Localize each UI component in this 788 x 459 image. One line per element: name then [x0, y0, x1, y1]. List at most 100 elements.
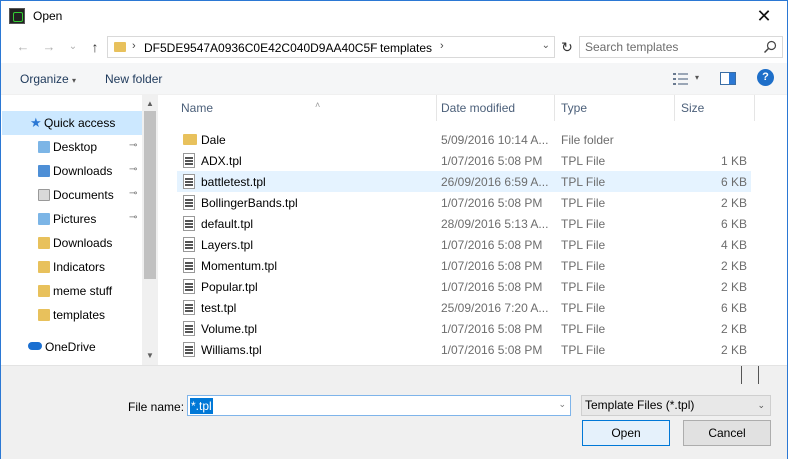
file-row[interactable]: battletest.tpl 26/09/2016 6:59 A... TPL Fi… — [177, 171, 751, 192]
navigation-pane: ★ Quick access Desktop ⊸ Downloads ⊸ Doc… — [2, 95, 158, 365]
file-row[interactable]: Volume.tpl 1/07/2016 5:08 PM TPL File 2 KB — [177, 318, 751, 339]
breadcrumb-separator: › — [132, 40, 136, 52]
pictures-folder-icon — [38, 213, 50, 225]
column-header-size[interactable]: Size — [675, 95, 755, 121]
folder-icon — [38, 285, 50, 297]
column-header-label: Name — [181, 101, 214, 115]
chevron-down-icon[interactable]: ⌄ — [542, 40, 550, 51]
breadcrumb-item[interactable]: DF5DE9547A0936C0E42C040D9AA40C5F — [144, 41, 377, 55]
file-icon — [183, 279, 195, 294]
search-input[interactable] — [580, 37, 760, 57]
file-date-modified: 5/09/2016 10:14 A... — [441, 133, 549, 147]
file-name: test.tpl — [201, 301, 237, 315]
pin-icon[interactable]: ⊸ — [129, 188, 137, 199]
sidebar-item-label: Desktop — [53, 140, 98, 154]
file-size: 4 KB — [720, 238, 747, 252]
pin-icon[interactable]: ⊸ — [129, 140, 137, 151]
cancel-button[interactable]: Cancel — [683, 420, 771, 446]
file-name-value[interactable]: *.tpl — [190, 398, 213, 414]
file-type: TPL File — [561, 343, 606, 357]
scroll-up-arrow[interactable]: ▲ — [142, 99, 158, 108]
sidebar-item-indicators[interactable]: Indicators — [2, 255, 142, 279]
command-bar: Organize ▾ New folder ▾ ? — [1, 63, 787, 95]
organize-button[interactable]: Organize ▾ — [20, 72, 76, 86]
file-name: Williams.tpl — [201, 343, 262, 357]
pin-icon[interactable]: ⊸ — [129, 212, 137, 223]
chevron-down-icon[interactable]: ⌄ — [558, 399, 566, 410]
file-row[interactable]: ADX.tpl 1/07/2016 5:08 PM TPL File 1 KB — [177, 150, 751, 171]
file-row[interactable]: test.tpl 25/09/2016 7:20 A... TPL File 6 KB — [177, 297, 751, 318]
file-row[interactable]: Dale 5/09/2016 10:14 A... File folder — [177, 129, 751, 150]
file-row[interactable]: default.tpl 28/09/2016 5:13 A... TPL File 6… — [177, 213, 751, 234]
folder-icon — [38, 261, 50, 273]
sidebar-item-documents[interactable]: Documents ⊸ — [2, 183, 142, 207]
sort-ascending-icon: ˄ — [315, 100, 321, 110]
file-name: Momentum.tpl — [201, 259, 278, 273]
file-row[interactable]: BollingerBands.tpl 1/07/2016 5:08 PM TPL F… — [177, 192, 751, 213]
refresh-button[interactable]: ↻ — [557, 36, 577, 58]
sidebar-item-label: OneDrive — [45, 340, 96, 354]
folder-icon — [38, 309, 50, 321]
sidebar-item-templates[interactable]: templates — [2, 303, 142, 327]
view-options-button[interactable]: ▾ — [695, 73, 699, 82]
file-row[interactable]: Layers.tpl 1/07/2016 5:08 PM TPL File 4 KB — [177, 234, 751, 255]
open-button[interactable]: Open — [582, 420, 670, 446]
file-name: Popular.tpl — [201, 280, 258, 294]
up-button[interactable]: ↑ — [85, 37, 105, 57]
column-header-type[interactable]: Type — [555, 95, 675, 121]
sidebar-scrollbar[interactable]: ▲ ▼ — [142, 95, 158, 365]
sidebar-item-meme-stuff[interactable]: meme stuff — [2, 279, 142, 303]
file-name: BollingerBands.tpl — [201, 196, 298, 210]
file-icon — [183, 300, 195, 315]
file-size: 2 KB — [720, 196, 747, 210]
new-folder-button[interactable]: New folder — [105, 72, 162, 86]
file-date-modified: 1/07/2016 5:08 PM — [441, 259, 543, 273]
forward-button[interactable]: → — [39, 37, 59, 57]
preview-pane-icon[interactable] — [720, 72, 736, 85]
sidebar-item-quick-access[interactable]: ★ Quick access — [2, 111, 142, 135]
column-header-name[interactable]: ˄ Name — [175, 95, 437, 121]
pin-icon[interactable]: ⊸ — [129, 164, 137, 175]
search-icon[interactable] — [763, 40, 777, 54]
sidebar-item-desktop[interactable]: Desktop ⊸ — [2, 135, 142, 159]
open-dialog: Open ✕ ← → ⌄ ↑ › DF5DE9547A0936C0E42C040… — [0, 0, 788, 459]
file-type: TPL File — [561, 259, 606, 273]
file-icon — [183, 321, 195, 336]
caret-down-icon: ▾ — [72, 76, 77, 85]
recent-locations-button[interactable]: ⌄ — [63, 37, 83, 57]
sidebar-item-onedrive[interactable]: OneDrive — [2, 335, 142, 359]
sidebar-item-label: Downloads — [53, 236, 113, 250]
back-button[interactable]: ← — [13, 37, 33, 57]
chevron-down-icon: ⌄ — [757, 400, 765, 410]
file-icon — [183, 174, 195, 189]
search-box[interactable] — [579, 36, 783, 58]
file-icon — [183, 195, 195, 210]
breadcrumb-item[interactable]: templates — [380, 41, 432, 55]
sidebar-item-label: meme stuff — [53, 284, 113, 298]
address-bar[interactable]: › DF5DE9547A0936C0E42C040D9AA40C5F › tem… — [107, 36, 555, 58]
file-row[interactable]: Williams.tpl 1/07/2016 5:08 PM TPL File 2 K… — [177, 339, 751, 360]
help-icon[interactable]: ? — [757, 69, 774, 86]
file-type-select[interactable]: Template Files (*.tpl) ⌄ — [581, 395, 771, 416]
sidebar-item-pictures[interactable]: Pictures ⊸ — [2, 207, 142, 231]
column-header-date[interactable]: Date modified — [435, 95, 555, 121]
breadcrumb-separator: › — [440, 40, 444, 52]
file-size: 6 KB — [720, 217, 747, 231]
file-name: default.tpl — [201, 217, 254, 231]
cloud-icon — [28, 342, 42, 350]
sidebar-item-downloads[interactable]: Downloads ⊸ — [2, 159, 142, 183]
scrollbar-thumb[interactable] — [144, 111, 156, 279]
sidebar-item-label: templates — [53, 308, 106, 322]
close-button[interactable]: ✕ — [741, 1, 787, 31]
view-details-icon[interactable] — [673, 73, 689, 85]
file-size: 6 KB — [720, 175, 747, 189]
scroll-down-arrow[interactable]: ▼ — [142, 351, 158, 360]
file-row[interactable]: Popular.tpl 1/07/2016 5:08 PM TPL File 2 KB — [177, 276, 751, 297]
sidebar-item-downloads-folder[interactable]: Downloads — [2, 231, 142, 255]
sidebar-item-label: Indicators — [53, 260, 106, 274]
file-name-input[interactable]: *.tpl ⌄ — [187, 395, 571, 416]
file-name-label: File name: — [128, 400, 185, 414]
file-type: TPL File — [561, 154, 606, 168]
file-row[interactable]: Momentum.tpl 1/07/2016 5:08 PM TPL File 2 K… — [177, 255, 751, 276]
file-size: 2 KB — [720, 343, 747, 357]
